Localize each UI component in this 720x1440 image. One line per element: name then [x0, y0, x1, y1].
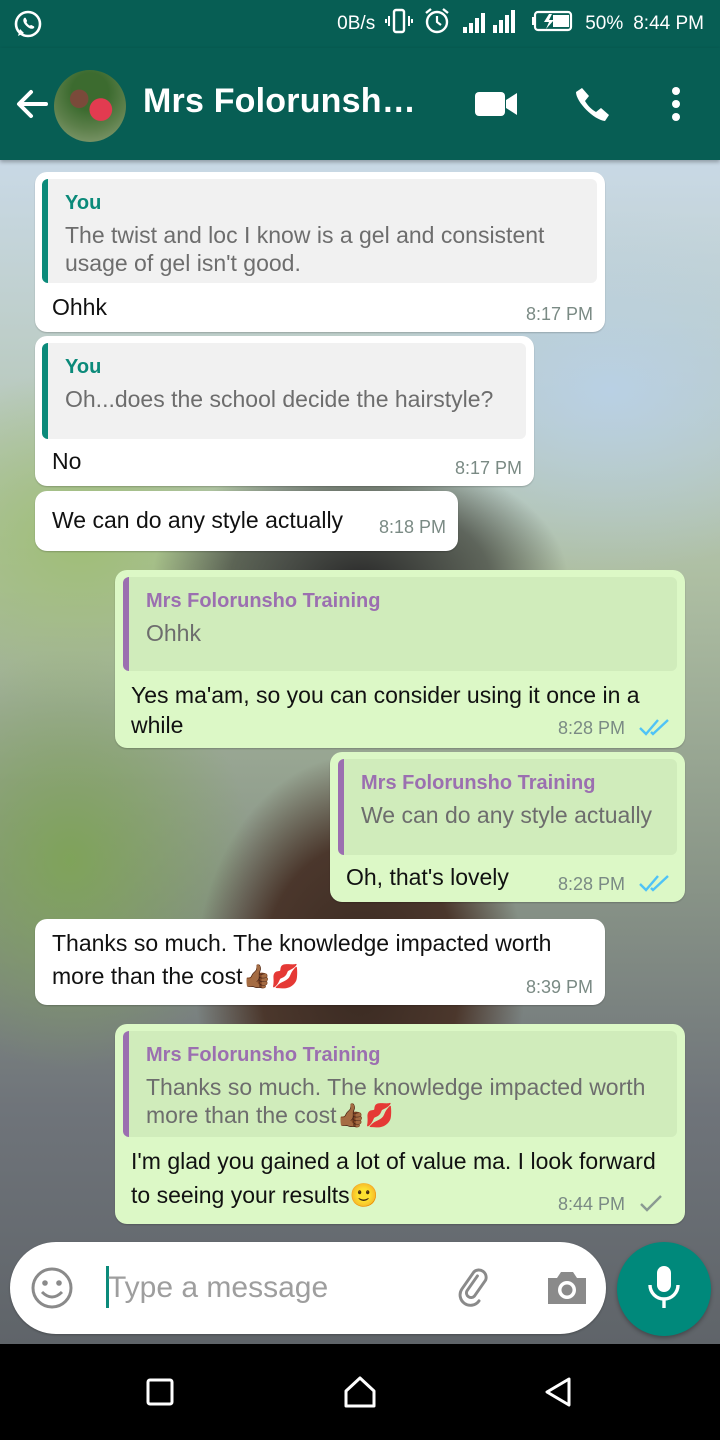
read-ticks-icon — [638, 716, 672, 743]
back-arrow-icon[interactable] — [12, 84, 52, 124]
status-bar: 0B/s 50% 8:44 PM — [0, 0, 720, 48]
alarm-icon — [423, 7, 451, 41]
outgoing-message[interactable]: Mrs Folorunsho Training Ohhk Yes ma'am, … — [115, 570, 685, 748]
outgoing-message[interactable]: Mrs Folorunsho Training Thanks so much. … — [115, 1024, 685, 1224]
chat-title[interactable]: Mrs Folorunsho… — [143, 82, 433, 121]
sent-tick-icon — [638, 1192, 664, 1219]
quote-author: Mrs Folorunsho Training — [361, 772, 596, 794]
message-time: 8:28 PM — [558, 874, 626, 894]
battery-percent: 50% — [585, 13, 624, 34]
quoted-message[interactable]: Mrs Folorunsho Training Thanks so much. … — [123, 1031, 677, 1137]
voice-call-icon[interactable] — [568, 80, 616, 128]
message-time: 8:39 PM — [525, 977, 593, 997]
clock: 8:44 PM — [633, 13, 704, 34]
message-time: 8:17 PM — [454, 458, 522, 478]
incoming-message[interactable]: We can do any style actually 8:18 PM — [35, 491, 458, 551]
message-time: 8:44 PM — [558, 1194, 626, 1214]
quoted-message[interactable]: You Oh...does the school decide the hair… — [42, 343, 526, 439]
quote-author: You — [65, 192, 102, 214]
quote-text: We can do any style actually — [361, 802, 653, 828]
quoted-message[interactable]: Mrs Folorunsho Training We can do any st… — [338, 759, 677, 855]
quoted-message[interactable]: Mrs Folorunsho Training Ohhk — [123, 577, 677, 671]
camera-icon[interactable] — [544, 1266, 590, 1310]
quote-text: Ohhk — [146, 620, 201, 646]
avatar[interactable] — [54, 70, 126, 142]
net-speed: 0B/s — [337, 13, 376, 34]
mic-button[interactable] — [617, 1242, 711, 1336]
nav-home-icon[interactable] — [342, 1374, 378, 1410]
vibrate-icon — [385, 7, 414, 41]
message-time: 8:28 PM — [558, 718, 626, 738]
nav-recents-icon[interactable] — [142, 1374, 178, 1410]
outgoing-message[interactable]: Mrs Folorunsho Training We can do any st… — [330, 752, 685, 902]
read-ticks-icon — [638, 872, 672, 899]
whatsapp-icon — [12, 8, 44, 40]
message-time: 8:18 PM — [378, 517, 446, 537]
mic-icon — [644, 1263, 684, 1316]
incoming-message[interactable]: Thanks so much. The knowledge impacted w… — [35, 919, 605, 1005]
incoming-message[interactable]: You Oh...does the school decide the hair… — [35, 336, 534, 486]
quote-text: Oh...does the school decide the hairstyl… — [65, 386, 494, 412]
battery-icon — [531, 8, 575, 40]
quote-author: You — [65, 356, 102, 378]
incoming-message[interactable]: You The twist and loc I know is a gel an… — [35, 172, 605, 332]
message-input[interactable] — [108, 1268, 438, 1308]
message-text: We can do any style actually — [52, 507, 344, 533]
message-composer — [10, 1242, 606, 1334]
quote-author: Mrs Folorunsho Training — [146, 590, 381, 612]
signal-icon — [461, 7, 521, 41]
chat-header: Mrs Folorunsho… — [0, 48, 720, 160]
message-text: No — [52, 448, 82, 474]
chat-area[interactable]: You The twist and loc I know is a gel an… — [0, 160, 720, 1344]
quote-text: Thanks so much. The knowledge impacted w… — [146, 1074, 646, 1128]
attach-icon[interactable] — [450, 1266, 494, 1310]
message-text: Oh, that's lovely — [346, 864, 509, 890]
more-vert-icon[interactable] — [652, 80, 700, 128]
nav-back-icon[interactable] — [541, 1374, 577, 1410]
quoted-message[interactable]: You The twist and loc I know is a gel an… — [42, 179, 597, 283]
message-text: Thanks so much. The knowledge impacted w… — [52, 930, 552, 989]
message-text: Ohhk — [52, 294, 107, 320]
message-time: 8:17 PM — [525, 304, 593, 324]
quote-author: Mrs Folorunsho Training — [146, 1044, 381, 1066]
system-nav-bar — [0, 1344, 720, 1440]
video-call-icon[interactable] — [472, 80, 520, 128]
quote-text: The twist and loc I know is a gel and co… — [65, 222, 545, 276]
emoji-icon[interactable] — [30, 1266, 74, 1310]
